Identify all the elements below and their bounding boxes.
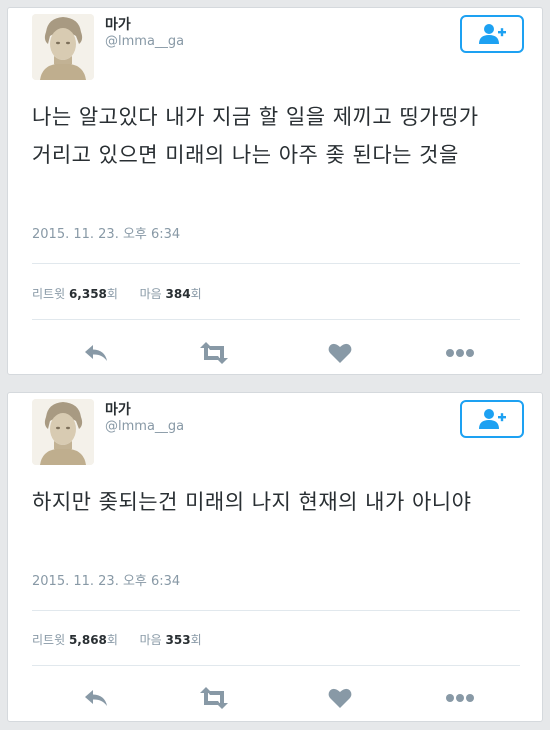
add-user-icon [479,24,506,44]
retweet-button[interactable] [196,683,232,713]
divider [32,665,520,666]
tweet-text: 나는 알고있다 내가 지금 할 일을 제끼고 띵가띵가 거리고 있으면 미래의 … [32,105,479,167]
follow-button[interactable] [460,15,524,53]
add-user-icon [479,409,506,429]
retweet-count-unit: 회 [106,287,118,301]
follow-button[interactable] [460,400,524,438]
like-button[interactable] [322,683,358,713]
divider [32,610,520,611]
avatar-bust-image [32,399,94,465]
retweet-count[interactable]: 5,868 [69,633,107,647]
more-button[interactable] [442,338,478,368]
divider [32,263,520,264]
heart-icon [328,343,352,363]
tweet-actions [8,683,542,713]
like-count[interactable]: 384 [166,287,191,301]
avatar-bust-image [32,14,94,80]
retweet-count-label: 리트윗 [32,633,66,647]
more-icon [446,694,474,702]
reply-icon [85,690,107,706]
tweet-timestamp[interactable]: 2015. 11. 23. 오후 6:34 [32,223,180,242]
retweet-icon [200,342,228,364]
user-handle[interactable]: @lmma__ga [105,34,184,49]
tweet-timestamp[interactable]: 2015. 11. 23. 오후 6:34 [32,570,180,589]
tweet-card: 마가 @lmma__ga 하지만 좆되는건 미래의 나지 현재의 내가 아니야 … [7,392,543,722]
tweet-card: 마가 @lmma__ga 나는 알고있다 내가 지금 할 일을 제끼고 띵가띵가… [7,7,543,375]
more-icon [446,349,474,357]
reply-icon [85,345,107,361]
more-button[interactable] [442,683,478,713]
like-count-label: 마음 [139,287,162,301]
tweet-stats: 리트윗 5,868회 마음 353회 [32,631,202,648]
avatar[interactable] [32,14,94,80]
retweet-icon [200,687,228,709]
tweet-text: 하지만 좆되는건 미래의 나지 현재의 내가 아니야 [32,490,472,514]
like-count[interactable]: 353 [166,633,191,647]
reply-button[interactable] [78,683,114,713]
retweet-count[interactable]: 6,358 [69,287,107,301]
like-count-unit: 회 [190,287,202,301]
avatar[interactable] [32,399,94,465]
retweet-count-unit: 회 [106,633,118,647]
retweet-button[interactable] [196,338,232,368]
like-count-label: 마음 [139,633,162,647]
reply-button[interactable] [78,338,114,368]
user-handle[interactable]: @lmma__ga [105,419,184,434]
retweet-count-label: 리트윗 [32,287,66,301]
tweet-actions [8,338,542,368]
heart-icon [328,688,352,708]
like-count-unit: 회 [190,633,202,647]
like-button[interactable] [322,338,358,368]
divider [32,319,520,320]
tweet-stats: 리트윗 6,358회 마음 384회 [32,285,202,302]
user-name[interactable]: 마가 [105,399,131,419]
user-name[interactable]: 마가 [105,14,131,34]
